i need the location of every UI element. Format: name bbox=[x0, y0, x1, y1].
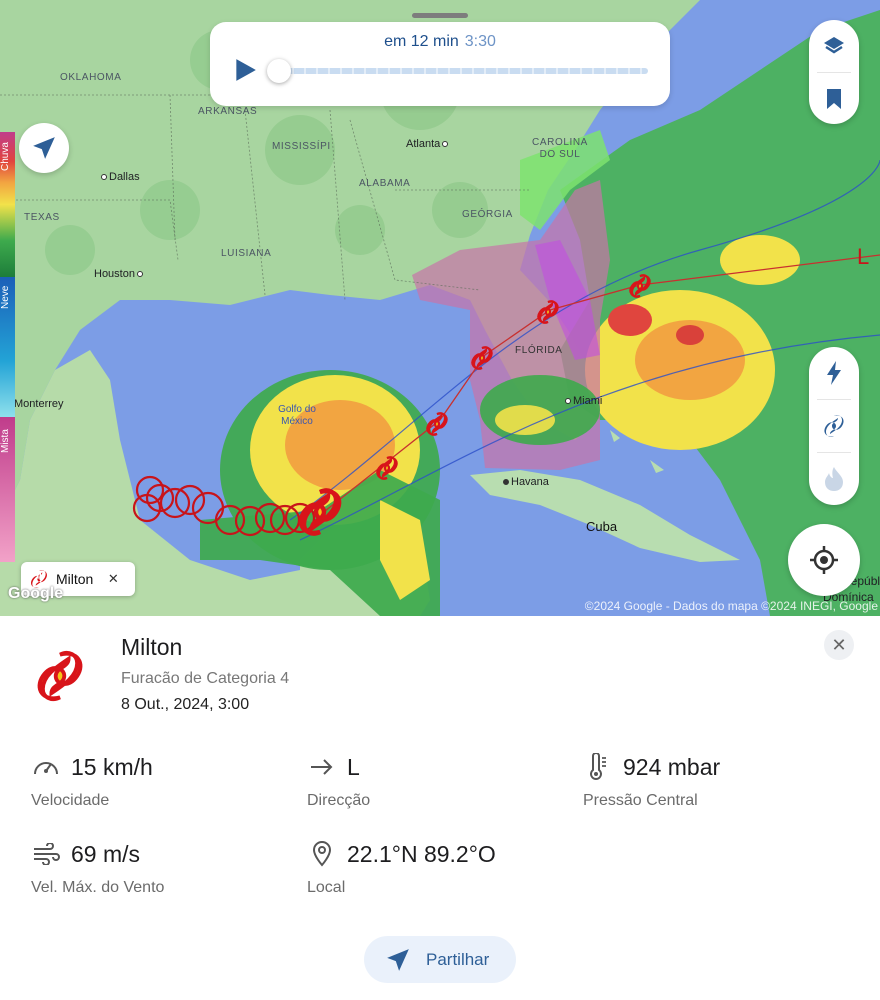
thermometer-icon bbox=[583, 752, 613, 782]
category-number: 4 bbox=[35, 571, 43, 583]
playback-clock: 3:30 bbox=[464, 33, 496, 50]
map-tools-panel bbox=[809, 20, 859, 124]
wind-label: Vel. Máx. do Vento bbox=[31, 879, 165, 896]
share-button[interactable]: Partilhar bbox=[364, 936, 516, 983]
radar-map[interactable]: OKLAHOMA ARKANSAS MISSISSÍPI ALABAMA CAR… bbox=[0, 0, 880, 616]
pressure-label: Pressão Central bbox=[583, 792, 698, 809]
lightning-icon bbox=[827, 361, 841, 385]
play-button[interactable] bbox=[232, 57, 258, 83]
drag-handle[interactable] bbox=[412, 13, 468, 18]
crosshair-icon bbox=[810, 546, 838, 574]
bookmark-icon bbox=[827, 89, 841, 109]
playback-time-label: em 12 min bbox=[384, 33, 459, 50]
google-logo: Google bbox=[8, 585, 64, 602]
storm-name: Milton bbox=[121, 634, 183, 660]
map-attribution: ©2024 Google - Dados do mapa ©2024 INEGI… bbox=[584, 599, 878, 613]
pressure-value: 924 mbar bbox=[623, 753, 721, 780]
send-icon bbox=[387, 948, 409, 971]
direction-value: L bbox=[347, 753, 360, 780]
arrow-right-icon bbox=[307, 752, 337, 782]
stat-location: 22.1°N 89.2°O Local bbox=[307, 839, 567, 897]
stat-direction: L Direcção bbox=[307, 752, 567, 810]
location-value: 22.1°N 89.2°O bbox=[347, 840, 496, 867]
layers-icon bbox=[824, 37, 844, 54]
layers-button[interactable] bbox=[809, 20, 859, 72]
fire-icon bbox=[825, 467, 843, 491]
lightning-overlay-button[interactable] bbox=[809, 347, 859, 399]
legend-label-mixed: Mista bbox=[0, 429, 11, 453]
navigate-arrow-icon bbox=[33, 137, 55, 159]
speed-label: Velocidade bbox=[31, 792, 110, 809]
playback-time: em 12 min 3:30 bbox=[210, 33, 670, 51]
location-label: Local bbox=[307, 879, 346, 896]
speedometer-icon bbox=[31, 752, 61, 782]
storm-category: Furacão de Categoria 4 bbox=[121, 670, 290, 687]
play-icon bbox=[236, 59, 256, 81]
overlay-panel bbox=[809, 347, 859, 505]
wind-icon bbox=[31, 839, 61, 869]
bookmark-button[interactable] bbox=[809, 73, 859, 125]
stat-pressure: 924 mbar Pressão Central bbox=[583, 752, 843, 810]
share-label: Partilhar bbox=[426, 949, 490, 969]
storm-date: 8 Out., 2024, 3:00 bbox=[121, 696, 250, 713]
fire-overlay-button[interactable] bbox=[809, 453, 859, 505]
close-button[interactable]: ✕ bbox=[824, 630, 854, 660]
stat-wind: 69 m/s Vel. Máx. do Vento bbox=[31, 839, 291, 897]
locate-button[interactable] bbox=[19, 123, 69, 173]
legend-label-rain: Chuva bbox=[0, 142, 11, 172]
chip-close-button[interactable]: ✕ bbox=[103, 569, 123, 589]
wind-value: 69 m/s bbox=[71, 840, 141, 867]
playback-card: em 12 min 3:30 bbox=[210, 22, 670, 106]
direction-label: Direcção bbox=[307, 792, 371, 809]
location-pin-icon bbox=[307, 839, 337, 869]
legend-label-snow: Neve bbox=[0, 285, 11, 309]
timeline-thumb[interactable] bbox=[267, 59, 291, 83]
my-location-button[interactable] bbox=[788, 524, 860, 596]
speed-value: 15 km/h bbox=[71, 753, 153, 780]
storm-detail-sheet: Milton Furacão de Categoria 4 8 Out., 20… bbox=[0, 616, 880, 1000]
stat-speed: 15 km/h Velocidade bbox=[31, 752, 291, 810]
timeline-track[interactable] bbox=[282, 68, 648, 74]
precipitation-legend: Chuva Neve Mista bbox=[0, 132, 15, 562]
hurricane-overlay-button[interactable] bbox=[809, 400, 859, 452]
hurricane-icon bbox=[824, 415, 844, 437]
hurricane-icon bbox=[37, 650, 83, 702]
